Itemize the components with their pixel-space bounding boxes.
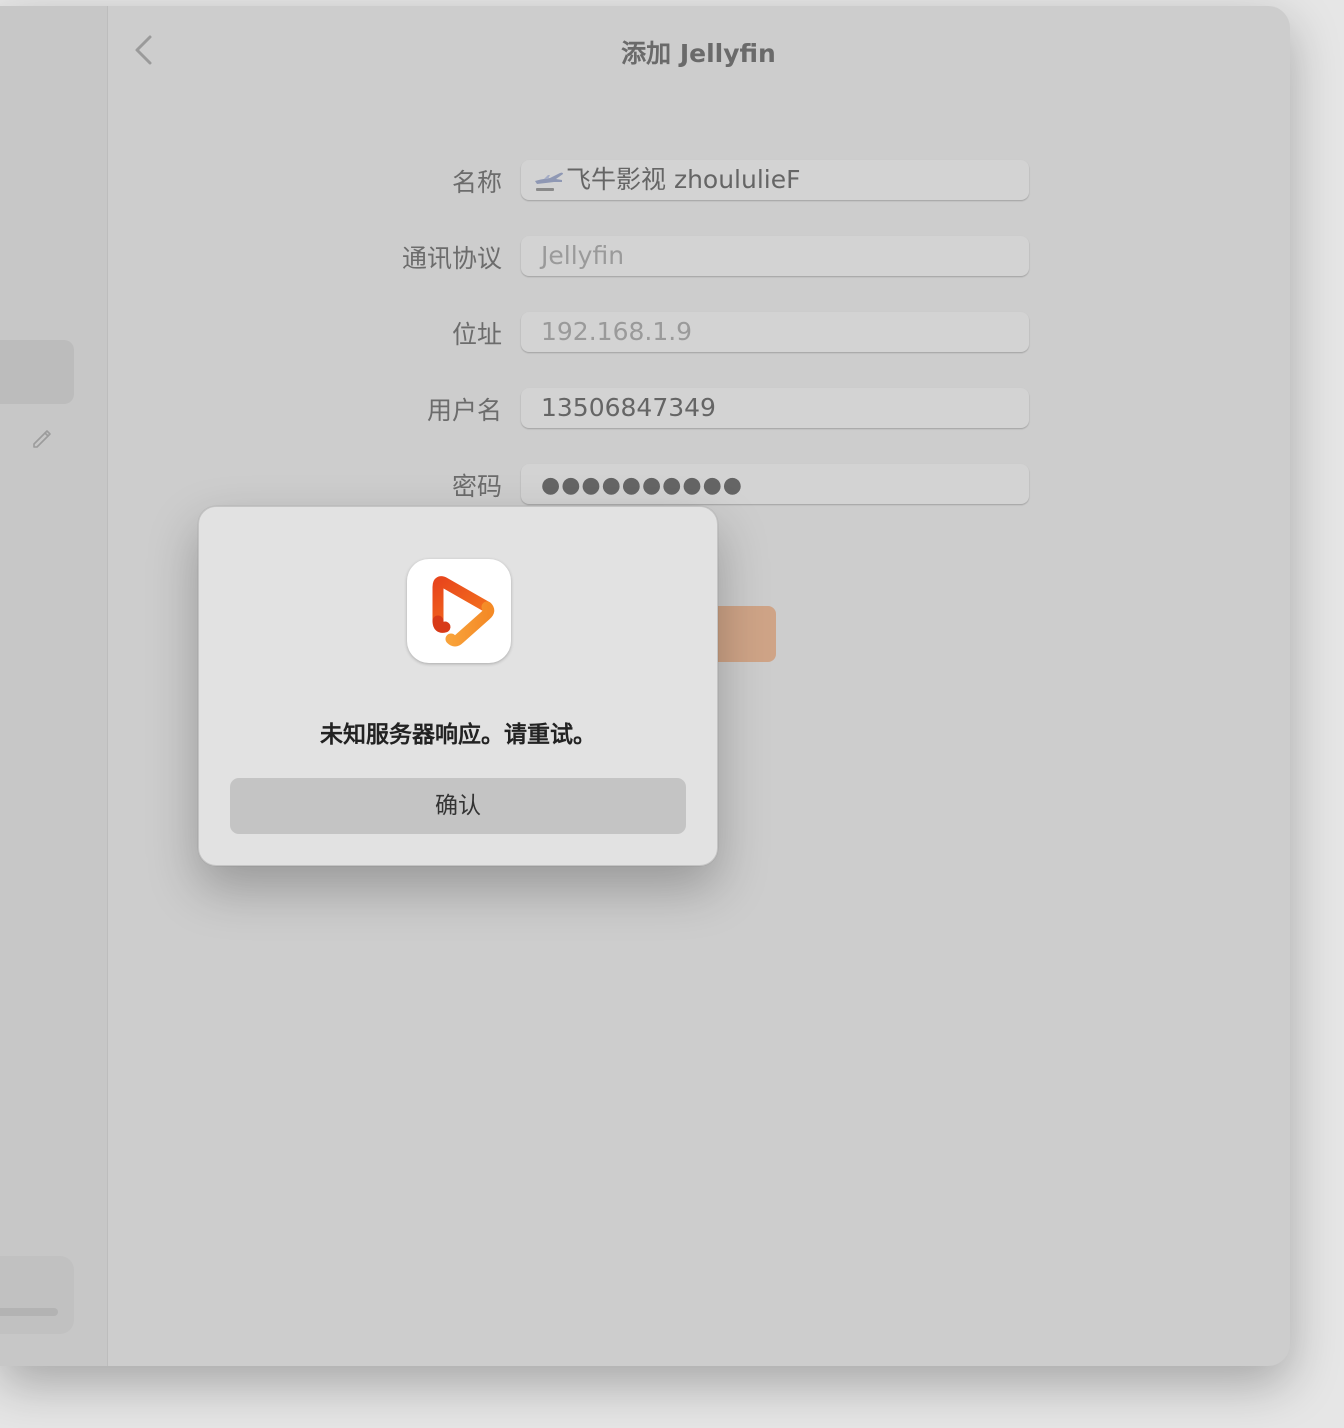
sidebar	[0, 6, 108, 1366]
page-title: 添加 Jellyfin	[621, 39, 776, 68]
password-field[interactable]: ●●●●●●●●●●	[521, 464, 1029, 504]
alert-message: 未知服务器响应。请重试。	[320, 722, 596, 748]
play-logo-icon	[432, 576, 495, 647]
address-field[interactable]: 192.168.1.9	[521, 312, 1029, 352]
name-label: 名称	[451, 168, 502, 197]
address-value: 192.168.1.9	[541, 317, 693, 346]
sidebar-bottom-card[interactable]	[0, 1256, 74, 1334]
username-value: 13506847349	[541, 393, 716, 422]
name-field[interactable]: 飞牛影视 zhoululieF	[521, 160, 1029, 200]
sidebar-progress-bar	[0, 1308, 58, 1316]
name-value: 飞牛影视 zhoululieF	[566, 165, 801, 194]
pencil-icon[interactable]	[30, 426, 54, 450]
password-label: 密码	[451, 472, 502, 501]
protocol-label: 通讯协议	[401, 244, 502, 273]
password-value: ●●●●●●●●●●	[541, 473, 743, 498]
protocol-field: Jellyfin	[521, 236, 1029, 276]
protocol-value: Jellyfin	[541, 241, 625, 270]
username-label: 用户名	[426, 396, 502, 425]
sidebar-selected-item[interactable]	[0, 340, 74, 404]
airplane-emoji-icon	[535, 172, 563, 191]
alert-dialog: 未知服务器响应。请重试。 确认	[198, 506, 718, 866]
app-logo-icon	[407, 559, 511, 663]
confirm-button[interactable]: 确认	[230, 778, 686, 834]
username-field[interactable]: 13506847349	[521, 388, 1029, 428]
address-label: 位址	[451, 320, 502, 349]
